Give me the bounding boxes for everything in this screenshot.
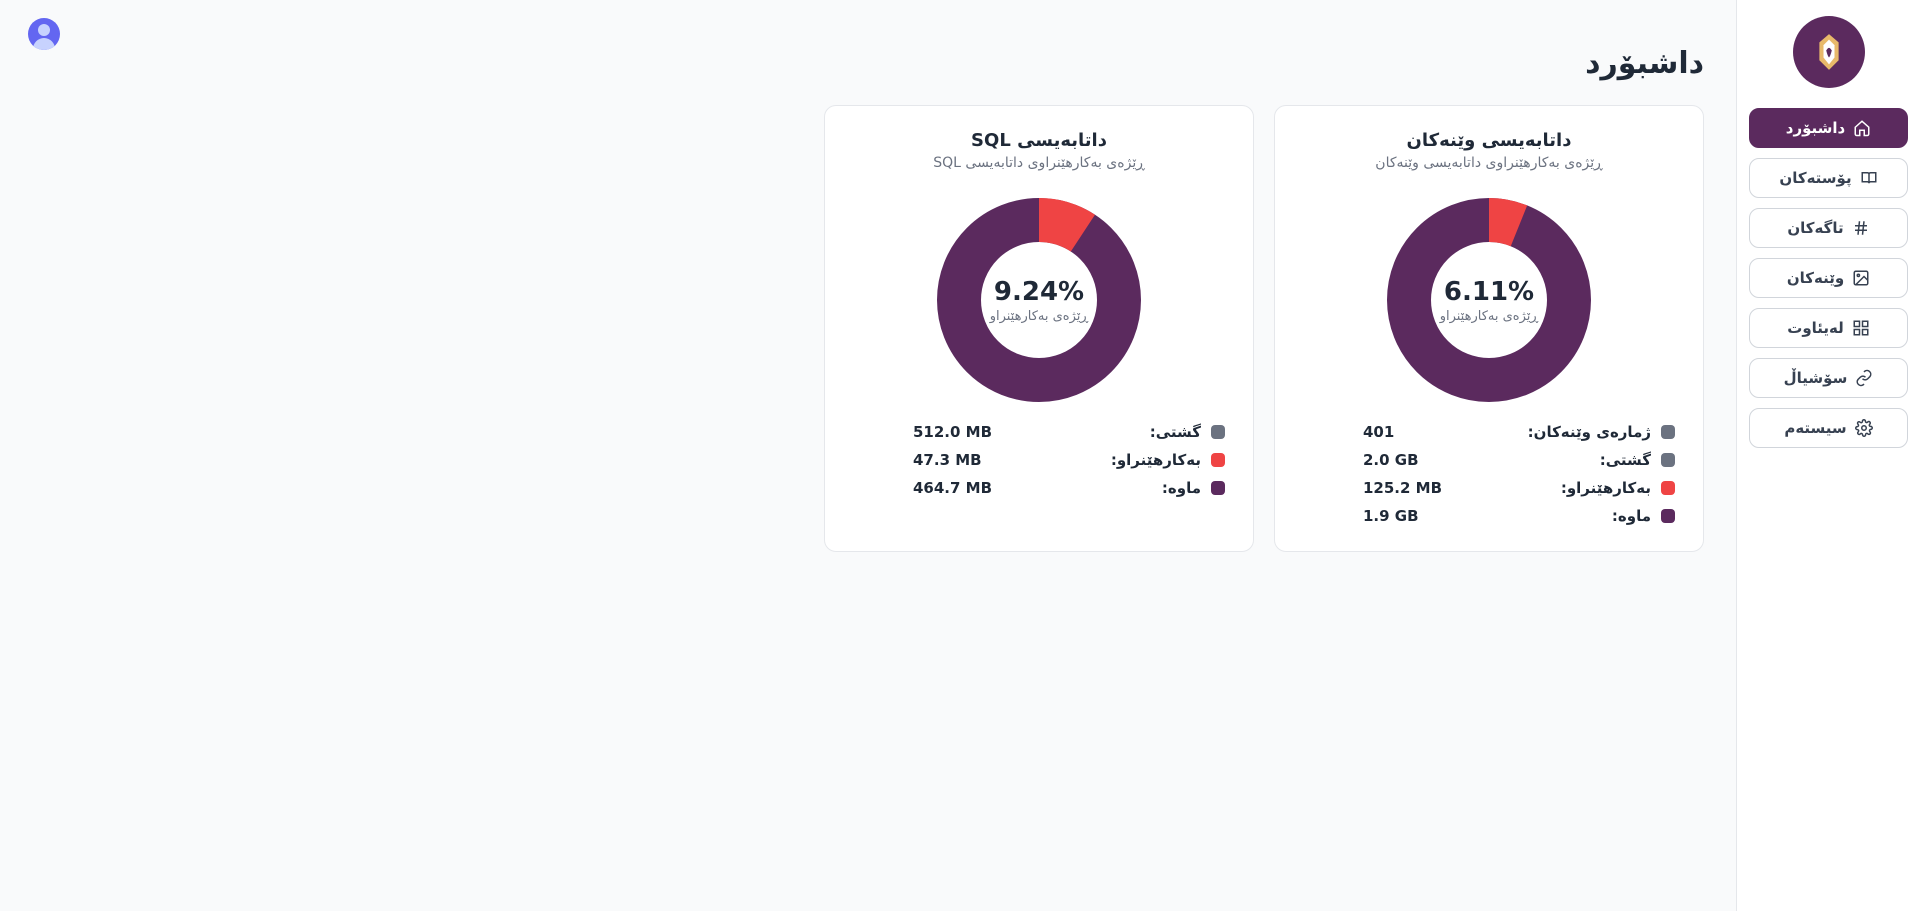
stat-label: ماوە: xyxy=(1612,507,1651,525)
stat-label: گشتی: xyxy=(1150,423,1201,441)
stat-list: ژمارەی وێنەکان: 401 گشتی: 2.0 GB بەکارهێنراو… xyxy=(1303,423,1675,525)
sidebar-item-images[interactable]: وێنەکان xyxy=(1749,258,1908,298)
card-title: داتابەیسی وێنەکان xyxy=(1303,130,1675,151)
stat-row: گشتی: 2.0 GB xyxy=(1303,451,1675,469)
stat-value: 2.0 GB xyxy=(1363,451,1453,469)
donut-chart: 9.24% ڕێژەی بەکارهێنراو xyxy=(853,195,1225,405)
stat-value: 464.7 MB xyxy=(913,479,1003,497)
color-swatch xyxy=(1661,509,1675,523)
stat-label: ماوە: xyxy=(1162,479,1201,497)
sidebar-item-social[interactable]: سۆشیاڵ xyxy=(1749,358,1908,398)
main-content: داشبۆرد داتابەیسی وێنەکان ڕێژەی بەکارهێنر… xyxy=(0,0,1736,911)
stat-list: گشتی: 512.0 MB بەکارهێنراو: 47.3 MB ماوە: 464… xyxy=(853,423,1225,497)
sidebar: داشبۆرد پۆستەکان تاگەکان وێنەکان لەیئاوت سۆشی… xyxy=(1736,0,1920,911)
stat-value: 512.0 MB xyxy=(913,423,1003,441)
sidebar-item-posts[interactable]: پۆستەکان xyxy=(1749,158,1908,198)
stat-row: ماوە: 464.7 MB xyxy=(853,479,1225,497)
stat-row: گشتی: 512.0 MB xyxy=(853,423,1225,441)
stat-value: 401 xyxy=(1363,423,1453,441)
stat-row: بەکارهێنراو: 125.2 MB xyxy=(1303,479,1675,497)
card-subtitle: ڕێژەی بەکارهێنراوی داتابەیسی SQL xyxy=(853,155,1225,171)
link-icon xyxy=(1855,369,1873,387)
color-swatch xyxy=(1211,481,1225,495)
donut-chart: 6.11% ڕێژەی بەکارهێنراو xyxy=(1303,195,1675,405)
book-icon xyxy=(1860,169,1878,187)
sidebar-item-label: پۆستەکان xyxy=(1779,169,1851,187)
sidebar-item-dashboard[interactable]: داشبۆرد xyxy=(1749,108,1908,148)
grid-icon xyxy=(1852,319,1870,337)
stat-label: ژمارەی وێنەکان: xyxy=(1528,423,1651,441)
donut-percent: 9.24% xyxy=(994,277,1084,307)
sidebar-item-system[interactable]: سیستەم xyxy=(1749,408,1908,448)
sidebar-item-categories[interactable]: لەیئاوت xyxy=(1749,308,1908,348)
stat-row: ماوە: 1.9 GB xyxy=(1303,507,1675,525)
stat-label: بەکارهێنراو: xyxy=(1111,451,1201,469)
stat-cards: داتابەیسی وێنەکان ڕێژەی بەکارهێنراوی داتا… xyxy=(824,105,1704,552)
sidebar-item-tags[interactable]: تاگەکان xyxy=(1749,208,1908,248)
color-swatch xyxy=(1661,481,1675,495)
donut-label: ڕێژەی بەکارهێنراو xyxy=(990,309,1089,324)
sidebar-item-label: داشبۆرد xyxy=(1786,119,1845,137)
sidebar-item-label: تاگەکان xyxy=(1787,219,1843,237)
stat-value: 47.3 MB xyxy=(913,451,1003,469)
stat-label: گشتی: xyxy=(1600,451,1651,469)
sidebar-item-label: سۆشیاڵ xyxy=(1784,369,1848,387)
card-subtitle: ڕێژەی بەکارهێنراوی داتابەیسی وێنەکان xyxy=(1303,155,1675,171)
stat-label: بەکارهێنراو: xyxy=(1561,479,1651,497)
sidebar-item-label: لەیئاوت xyxy=(1787,319,1844,337)
sidebar-item-label: وێنەکان xyxy=(1787,269,1844,287)
card-title: داتابەیسی SQL xyxy=(853,130,1225,151)
home-icon xyxy=(1853,119,1871,137)
stat-row: بەکارهێنراو: 47.3 MB xyxy=(853,451,1225,469)
stat-card-sql_db: داتابەیسی SQL ڕێژەی بەکارهێنراوی داتابەیس… xyxy=(824,105,1254,552)
stat-row: ژمارەی وێنەکان: 401 xyxy=(1303,423,1675,441)
color-swatch xyxy=(1211,425,1225,439)
color-swatch xyxy=(1211,453,1225,467)
sidebar-item-label: سیستەم xyxy=(1784,419,1846,437)
color-swatch xyxy=(1661,425,1675,439)
profile-button[interactable] xyxy=(28,18,60,50)
image-icon xyxy=(1852,269,1870,287)
stat-card-images_db: داتابەیسی وێنەکان ڕێژەی بەکارهێنراوی داتا… xyxy=(1274,105,1704,552)
stat-value: 1.9 GB xyxy=(1363,507,1453,525)
gear-icon xyxy=(1855,419,1873,437)
nav-list: داشبۆرد پۆستەکان تاگەکان وێنەکان لەیئاوت سۆشی… xyxy=(1749,108,1908,448)
pen-lantern-icon xyxy=(1807,30,1851,74)
donut-label: ڕێژەی بەکارهێنراو xyxy=(1440,309,1539,324)
color-swatch xyxy=(1661,453,1675,467)
app-logo xyxy=(1793,16,1865,88)
stat-value: 125.2 MB xyxy=(1363,479,1453,497)
donut-percent: 6.11% xyxy=(1444,277,1534,307)
hash-icon xyxy=(1852,219,1870,237)
page-title: داشبۆرد xyxy=(32,46,1704,81)
